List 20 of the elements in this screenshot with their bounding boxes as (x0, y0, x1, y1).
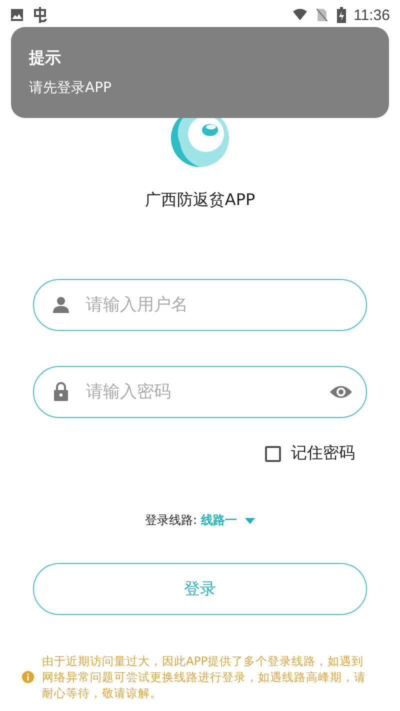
image-icon (10, 8, 24, 22)
input-field[interactable]: 请输入用户名 (33, 279, 367, 331)
login-button[interactable]: 登录 (33, 563, 367, 615)
battery-icon (336, 7, 346, 23)
checkbox[interactable] (265, 446, 281, 462)
toast-title: 提示 (29, 48, 62, 69)
info-icon (22, 671, 34, 683)
app-title: 广西防返贫APP (144, 190, 256, 211)
toast-message: 请先登录APP (29, 79, 112, 97)
wifi-icon (292, 8, 307, 22)
caret-icon (245, 518, 256, 524)
route-dropdown[interactable]: 线路一 (201, 512, 256, 529)
notification-icon (32, 6, 48, 24)
input-field[interactable]: 请输入密码 (33, 366, 367, 418)
no-sim-icon (314, 8, 329, 22)
clock-time: 11:36 (354, 6, 390, 24)
route-label: 登录线路: (144, 512, 198, 529)
remember-label: 记住密码 (291, 443, 355, 464)
eye-icon[interactable] (329, 384, 353, 400)
notice-text: 由于近期访问量过大，因此APP提供了多个登录线路，如遇到网络异常问题可尝试更换线路进行登录，如遇线路高峰期，请耐心等待，敬请谅解。 (42, 653, 367, 701)
